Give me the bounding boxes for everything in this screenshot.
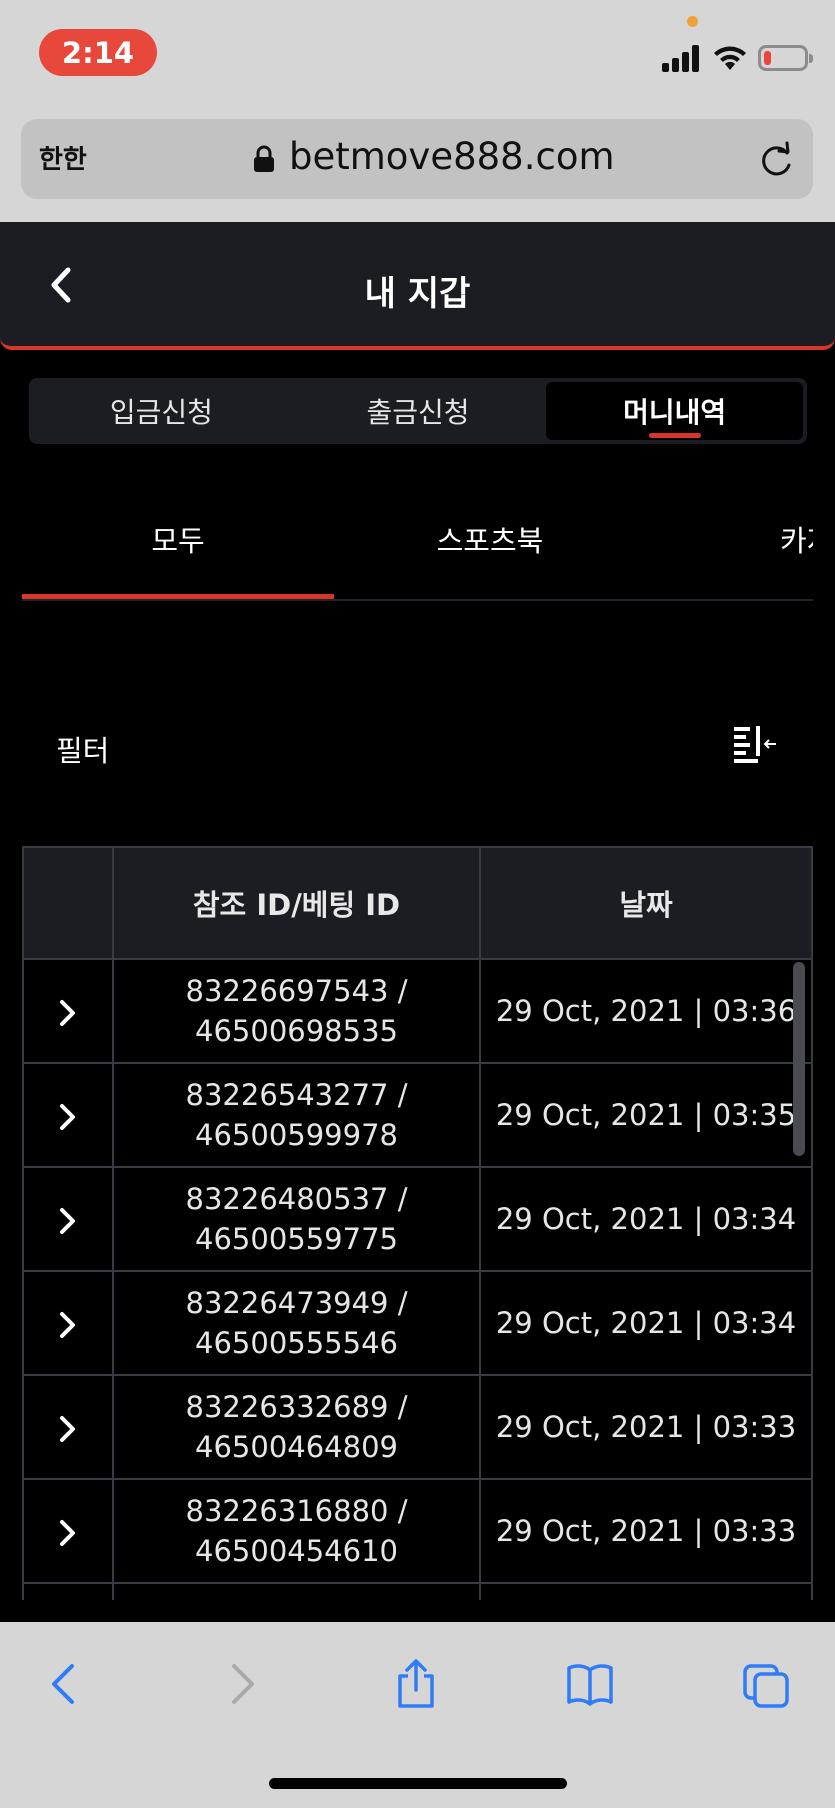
wallet-segment-tabs: 입금신청 출금신청 머니내역 — [29, 378, 807, 444]
tab-all[interactable]: 모두 — [22, 518, 334, 560]
ref-bet-id-cell: 83226697543 / 46500698535 — [112, 958, 481, 1064]
table-row-partial[interactable] — [22, 1582, 813, 1600]
filter-icon[interactable] — [732, 724, 778, 764]
date-cell: 29 Oct, 2021 | 03:34 — [479, 1270, 813, 1376]
header-expand — [22, 846, 114, 960]
active-tab-indicator — [22, 594, 334, 599]
bet-id: 46500559775 — [195, 1222, 398, 1256]
expand-cell[interactable] — [22, 958, 114, 1064]
table-row[interactable]: 83226543277 / 46500599978 29 Oct, 2021 | … — [22, 1062, 813, 1168]
lock-icon — [254, 145, 274, 172]
expand-cell[interactable] — [22, 1478, 114, 1584]
chevron-right-icon[interactable] — [57, 996, 79, 1030]
mic-indicator-dot — [687, 16, 698, 27]
safari-forward-icon[interactable] — [218, 1658, 266, 1710]
table-row[interactable]: 83226332689 / 46500464809 29 Oct, 2021 | … — [22, 1374, 813, 1480]
table-scrollbar[interactable] — [793, 962, 805, 1156]
expand-cell[interactable] — [22, 1062, 114, 1168]
tabs-icon[interactable] — [742, 1658, 790, 1710]
share-icon[interactable] — [392, 1658, 440, 1710]
chevron-right-icon[interactable] — [57, 1516, 79, 1550]
expand-cell[interactable] — [22, 1270, 114, 1376]
tab-deposit-request[interactable]: 입금신청 — [33, 382, 290, 440]
status-time: 2:14 — [39, 29, 157, 76]
ref-id: 83226480537 / — [185, 1182, 408, 1216]
ref-bet-id-cell: 83226316880 / 46500454610 — [112, 1478, 481, 1584]
app-header: 내 지갑 — [0, 222, 835, 350]
expand-cell[interactable] — [22, 1166, 114, 1272]
expand-cell[interactable] — [22, 1582, 114, 1600]
filter-label: 필터 — [56, 734, 110, 768]
home-indicator — [269, 1778, 567, 1789]
ref-bet-id-cell: 83226480537 / 46500559775 — [112, 1166, 481, 1272]
tab-money-history[interactable]: 머니내역 — [546, 382, 804, 440]
text-size-button[interactable]: 한한 — [39, 139, 87, 176]
category-tabs: 모두 스포츠북 카지 — [22, 488, 813, 601]
battery-icon — [758, 45, 813, 71]
date-cell: 29 Oct, 2021 | 03:35 — [479, 1062, 813, 1168]
tab-sportsbook[interactable]: 스포츠북 — [334, 518, 646, 560]
date-cell: 29 Oct, 2021 | 03:33 — [479, 1374, 813, 1480]
ref-bet-id-cell: 83226473949 / 46500555546 — [112, 1270, 481, 1376]
bet-id: 46500555546 — [195, 1326, 398, 1360]
ref-bet-id-cell — [112, 1582, 481, 1600]
ref-id: 83226332689 / — [185, 1390, 408, 1424]
bet-id: 46500698535 — [195, 1014, 398, 1048]
ios-status-area: 2:14 한한 betmove888.com — [0, 0, 835, 222]
history-table-container[interactable]: 참조 ID/베팅 ID 날짜 83226697543 / 46500698535 … — [22, 846, 813, 1600]
table-row[interactable]: 83226473949 / 46500555546 29 Oct, 2021 | … — [22, 1270, 813, 1376]
chevron-right-icon[interactable] — [57, 1308, 79, 1342]
date-cell: 29 Oct, 2021 | 03:34 — [479, 1166, 813, 1272]
chevron-right-icon[interactable] — [57, 1412, 79, 1446]
ref-id: 83226697543 / — [185, 974, 408, 1008]
header-date: 날짜 — [479, 846, 813, 960]
history-table: 참조 ID/베팅 ID 날짜 83226697543 / 46500698535 … — [22, 846, 813, 1600]
safari-back-icon[interactable] — [40, 1658, 88, 1710]
wifi-icon — [714, 46, 746, 70]
reload-icon[interactable] — [757, 141, 795, 179]
date-cell: 29 Oct, 2021 | 03:36 — [479, 958, 813, 1064]
signal-icon — [662, 44, 702, 72]
ref-id: 83226316880 / — [185, 1494, 408, 1528]
date-cell — [479, 1582, 813, 1600]
bet-id: 46500454610 — [195, 1534, 398, 1568]
header-ref-bet-id: 참조 ID/베팅 ID — [112, 846, 481, 960]
table-row[interactable]: 83226697543 / 46500698535 29 Oct, 2021 | … — [22, 958, 813, 1064]
chevron-right-icon[interactable] — [57, 1204, 79, 1238]
ref-bet-id-cell: 83226332689 / 46500464809 — [112, 1374, 481, 1480]
ref-id: 83226473949 / — [185, 1286, 408, 1320]
tab-casino[interactable]: 카지 — [646, 518, 813, 560]
table-row[interactable]: 83226316880 / 46500454610 29 Oct, 2021 | … — [22, 1478, 813, 1584]
bet-id: 46500464809 — [195, 1430, 398, 1464]
bet-id: 46500599978 — [195, 1118, 398, 1152]
table-header-row: 참조 ID/베팅 ID 날짜 — [22, 846, 813, 960]
chevron-right-icon[interactable] — [57, 1100, 79, 1134]
bookmarks-icon[interactable] — [566, 1658, 614, 1710]
ref-id: 83226543277 / — [185, 1078, 408, 1112]
tab-withdraw-request[interactable]: 출금신청 — [290, 382, 547, 440]
url-bar[interactable]: 한한 betmove888.com — [21, 119, 813, 199]
table-row[interactable]: 83226480537 / 46500559775 29 Oct, 2021 | … — [22, 1166, 813, 1272]
ref-bet-id-cell: 83226543277 / 46500599978 — [112, 1062, 481, 1168]
expand-cell[interactable] — [22, 1374, 114, 1480]
url-text[interactable]: betmove888.com — [289, 135, 615, 178]
date-cell: 29 Oct, 2021 | 03:33 — [479, 1478, 813, 1584]
page-title: 내 지갑 — [364, 274, 471, 314]
